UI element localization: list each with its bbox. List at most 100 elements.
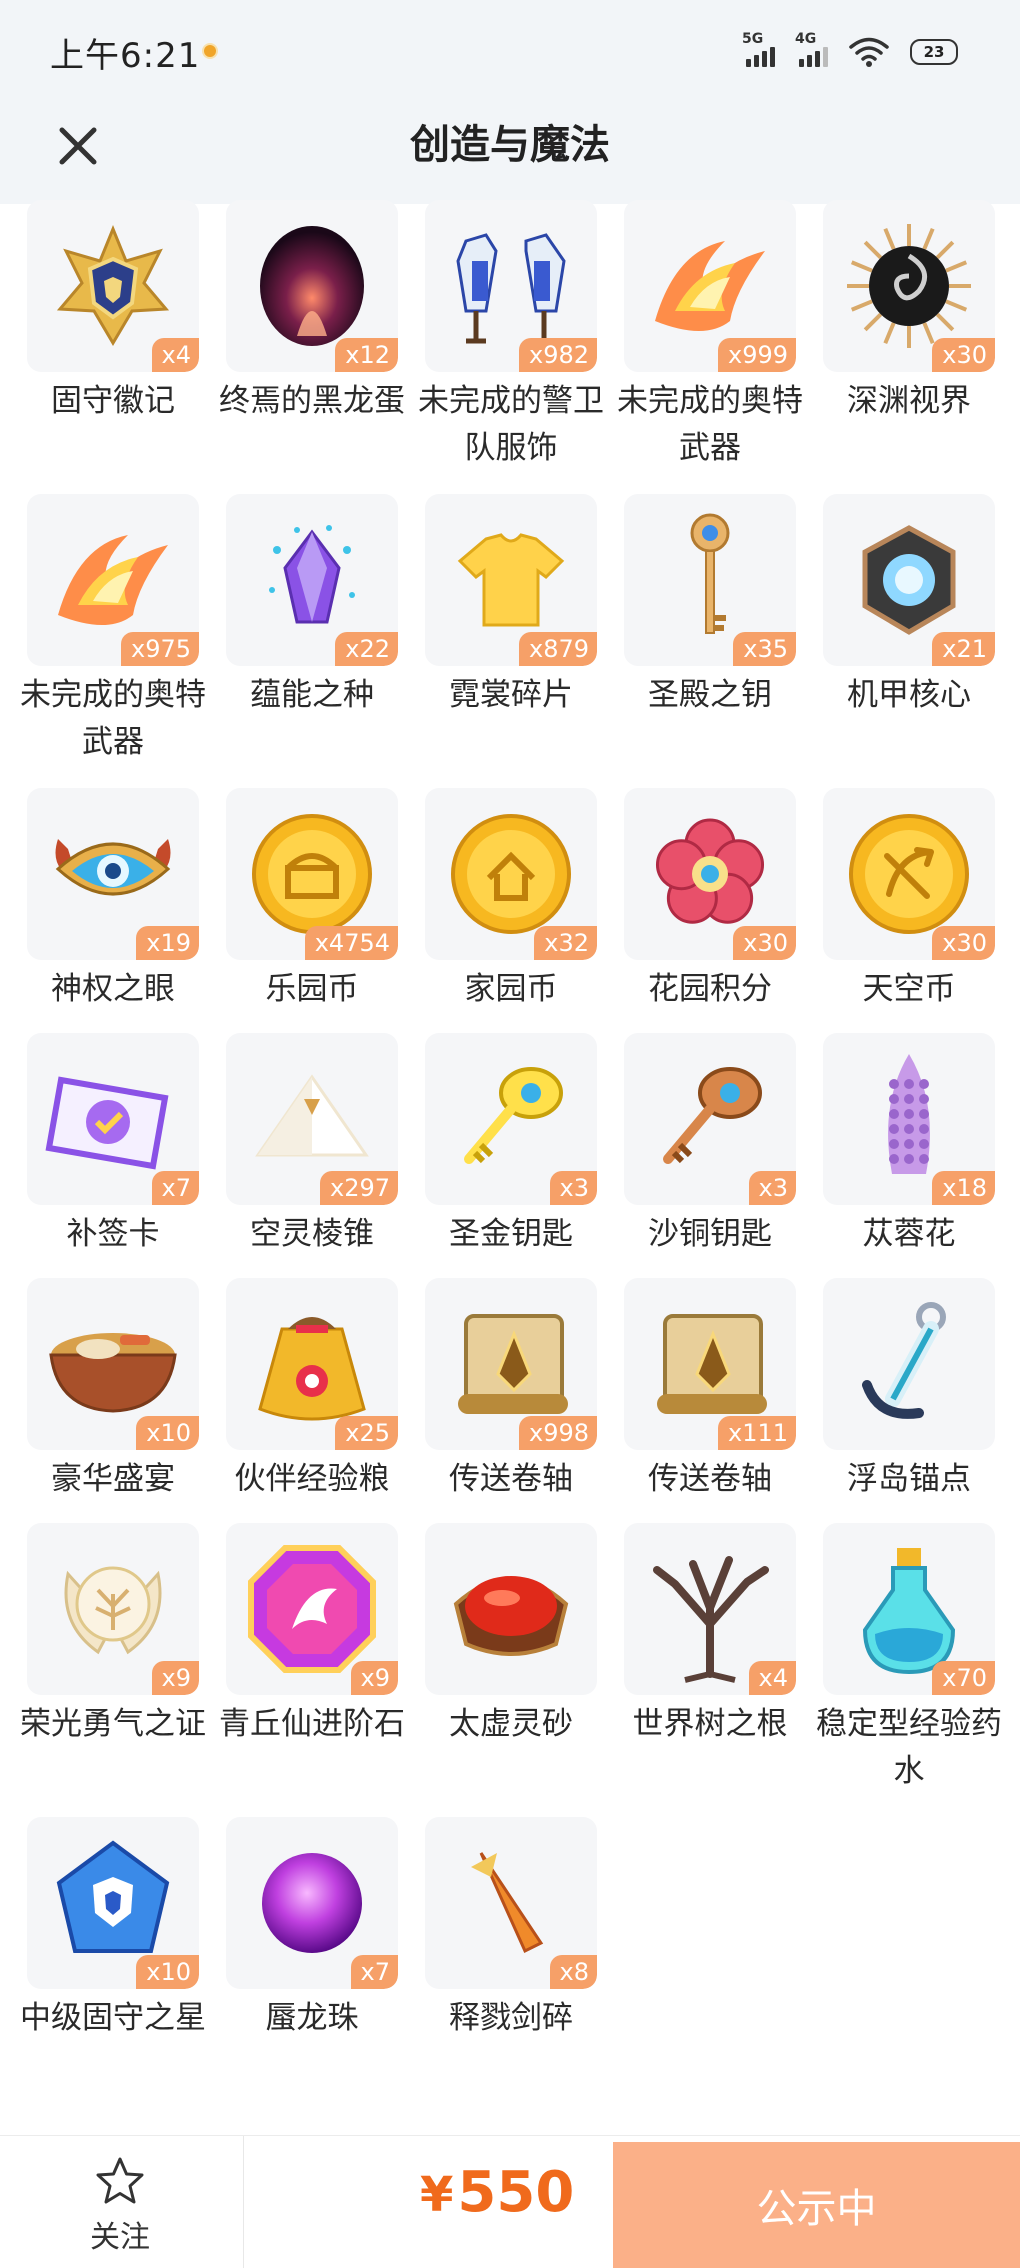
inventory-item[interactable]: x297 空灵棱锥: [226, 1033, 398, 1258]
item-name: 固守徽记: [51, 383, 175, 419]
shield-badge-icon: [48, 221, 178, 351]
flower-token-icon: [640, 804, 780, 944]
feast-bowl-icon: [38, 1299, 188, 1429]
battery-icon: 23: [910, 39, 958, 65]
inventory-item[interactable]: 太虚灵砂: [425, 1523, 597, 1748]
inventory-item[interactable]: x3 沙铜钥匙: [624, 1033, 796, 1258]
item-name: 荣光勇气之证: [20, 1706, 206, 1742]
item-count-badge: x35: [733, 632, 796, 666]
item-tile: x297: [226, 1033, 398, 1205]
item-count-badge: x4754: [304, 926, 398, 960]
item-tile: x7: [226, 1817, 398, 1989]
bottom-bar: 关注 ¥550 公示中: [0, 2135, 1020, 2268]
item-tile: x999: [624, 200, 796, 372]
inventory-item[interactable]: x12 终焉的黑龙蛋: [219, 200, 405, 425]
crystal-seed-icon: [247, 510, 377, 650]
inventory-item[interactable]: x21 机甲核心: [823, 494, 995, 719]
inventory-item[interactable]: x999 未完成的奥特武器: [617, 200, 803, 472]
item-tile: x7: [27, 1033, 199, 1205]
item-tile: x9: [226, 1523, 398, 1695]
inventory-item[interactable]: x30 天空币: [823, 788, 995, 1013]
item-tile: x22: [226, 494, 398, 666]
inventory-item[interactable]: x3 圣金钥匙: [425, 1033, 597, 1258]
item-count-badge: x18: [932, 1171, 995, 1205]
inventory-item[interactable]: x4754 乐园币: [226, 788, 398, 1013]
inventory-item[interactable]: x19 神权之眼: [27, 788, 199, 1013]
inventory-item[interactable]: x35 圣殿之钥: [624, 494, 796, 719]
item-tile: x12: [226, 200, 398, 372]
item-tile: x4: [27, 200, 199, 372]
item-count-badge: x3: [549, 1171, 597, 1205]
item-count-badge: x3: [748, 1171, 796, 1205]
star-outline-icon: [96, 2157, 144, 2204]
item-tile: x10: [27, 1817, 199, 1989]
header: 创造与魔法: [0, 100, 1020, 204]
inventory-item[interactable]: x30 深渊视界: [823, 200, 995, 425]
public-notice-button[interactable]: 公示中: [613, 2142, 1020, 2268]
item-count-badge: x4: [151, 338, 199, 372]
item-tile: x18: [823, 1033, 995, 1205]
item-count-badge: x32: [534, 926, 597, 960]
item-tile: x9: [27, 1523, 199, 1695]
home-coin-icon: [441, 804, 581, 944]
inventory-item[interactable]: 浮岛锚点: [823, 1278, 995, 1503]
inventory-item[interactable]: x9 荣光勇气之证: [20, 1523, 206, 1748]
inventory-item[interactable]: x982 未完成的警卫队服饰: [418, 200, 604, 472]
item-count-badge: x982: [518, 338, 597, 372]
follow-button[interactable]: 关注: [70, 2156, 170, 2256]
item-name: 蜃龙珠: [265, 2000, 359, 2036]
item-count-badge: x22: [335, 632, 398, 666]
item-tile: x8: [425, 1817, 597, 1989]
item-name: 蕴能之种: [250, 677, 374, 713]
price: ¥550: [420, 2160, 574, 2225]
inventory-item[interactable]: x30 花园积分: [624, 788, 796, 1013]
anchor-icon: [839, 1289, 979, 1439]
inventory-item[interactable]: x18 苁蓉花: [823, 1033, 995, 1258]
inventory-item[interactable]: x975 未完成的奥特武器: [20, 494, 206, 766]
item-count-badge: x111: [717, 1416, 796, 1450]
item-count-badge: x10: [136, 1416, 199, 1450]
item-count-badge: x9: [151, 1661, 199, 1695]
item-name: 天空币: [862, 971, 956, 1007]
inventory-item[interactable]: x4 世界树之根: [624, 1523, 796, 1748]
inventory-item[interactable]: x8 释戮剑碎: [425, 1817, 597, 2042]
inventory-item[interactable]: x998 传送卷轴: [425, 1278, 597, 1503]
item-tile: x25: [226, 1278, 398, 1450]
bronze-key-icon: [640, 1049, 780, 1189]
inventory-item[interactable]: x7 补签卡: [27, 1033, 199, 1258]
item-name: 未完成的奥特武器: [20, 677, 206, 760]
sword-shard-icon: [451, 1833, 571, 1973]
item-count-badge: x30: [932, 926, 995, 960]
notification-dot-icon: [204, 45, 216, 57]
inventory-item[interactable]: x32 家园币: [425, 788, 597, 1013]
inventory-item[interactable]: x7 蜃龙珠: [226, 1817, 398, 2042]
item-tile: x32: [425, 788, 597, 960]
inventory-item[interactable]: x22 蕴能之种: [226, 494, 398, 719]
inventory-item[interactable]: x9 青丘仙进阶石: [219, 1523, 405, 1748]
item-name: 沙铜钥匙: [648, 1216, 772, 1252]
inventory-item[interactable]: x4 固守徽记: [27, 200, 199, 425]
item-count-badge: x30: [932, 338, 995, 372]
item-count-badge: x30: [733, 926, 796, 960]
item-tile: x3: [624, 1033, 796, 1205]
item-name: 终焉的黑龙蛋: [219, 383, 405, 419]
item-count-badge: x70: [932, 1661, 995, 1695]
item-tile: x30: [823, 200, 995, 372]
item-name: 苁蓉花: [862, 1216, 956, 1252]
inventory-item[interactable]: x10 豪华盛宴: [27, 1278, 199, 1503]
sky-coin-icon: [839, 804, 979, 944]
item-tile: x30: [624, 788, 796, 960]
item-name: 圣金钥匙: [449, 1216, 573, 1252]
item-count-badge: x9: [350, 1661, 398, 1695]
inventory-item[interactable]: x10 中级固守之星: [20, 1817, 206, 2042]
inventory-item[interactable]: x70 稳定型经验药水: [816, 1523, 1002, 1795]
inventory-item[interactable]: x879 霓裳碎片: [425, 494, 597, 719]
item-count-badge: x25: [335, 1416, 398, 1450]
item-name: 浮岛锚点: [847, 1461, 971, 1497]
item-tile: x879: [425, 494, 597, 666]
item-name: 机甲核心: [847, 677, 971, 713]
price-value: 550: [457, 2160, 575, 2225]
inventory-item[interactable]: x25 伙伴经验粮: [226, 1278, 398, 1503]
signal-4g-icon: 4G: [795, 31, 828, 67]
inventory-item[interactable]: x111 传送卷轴: [624, 1278, 796, 1503]
